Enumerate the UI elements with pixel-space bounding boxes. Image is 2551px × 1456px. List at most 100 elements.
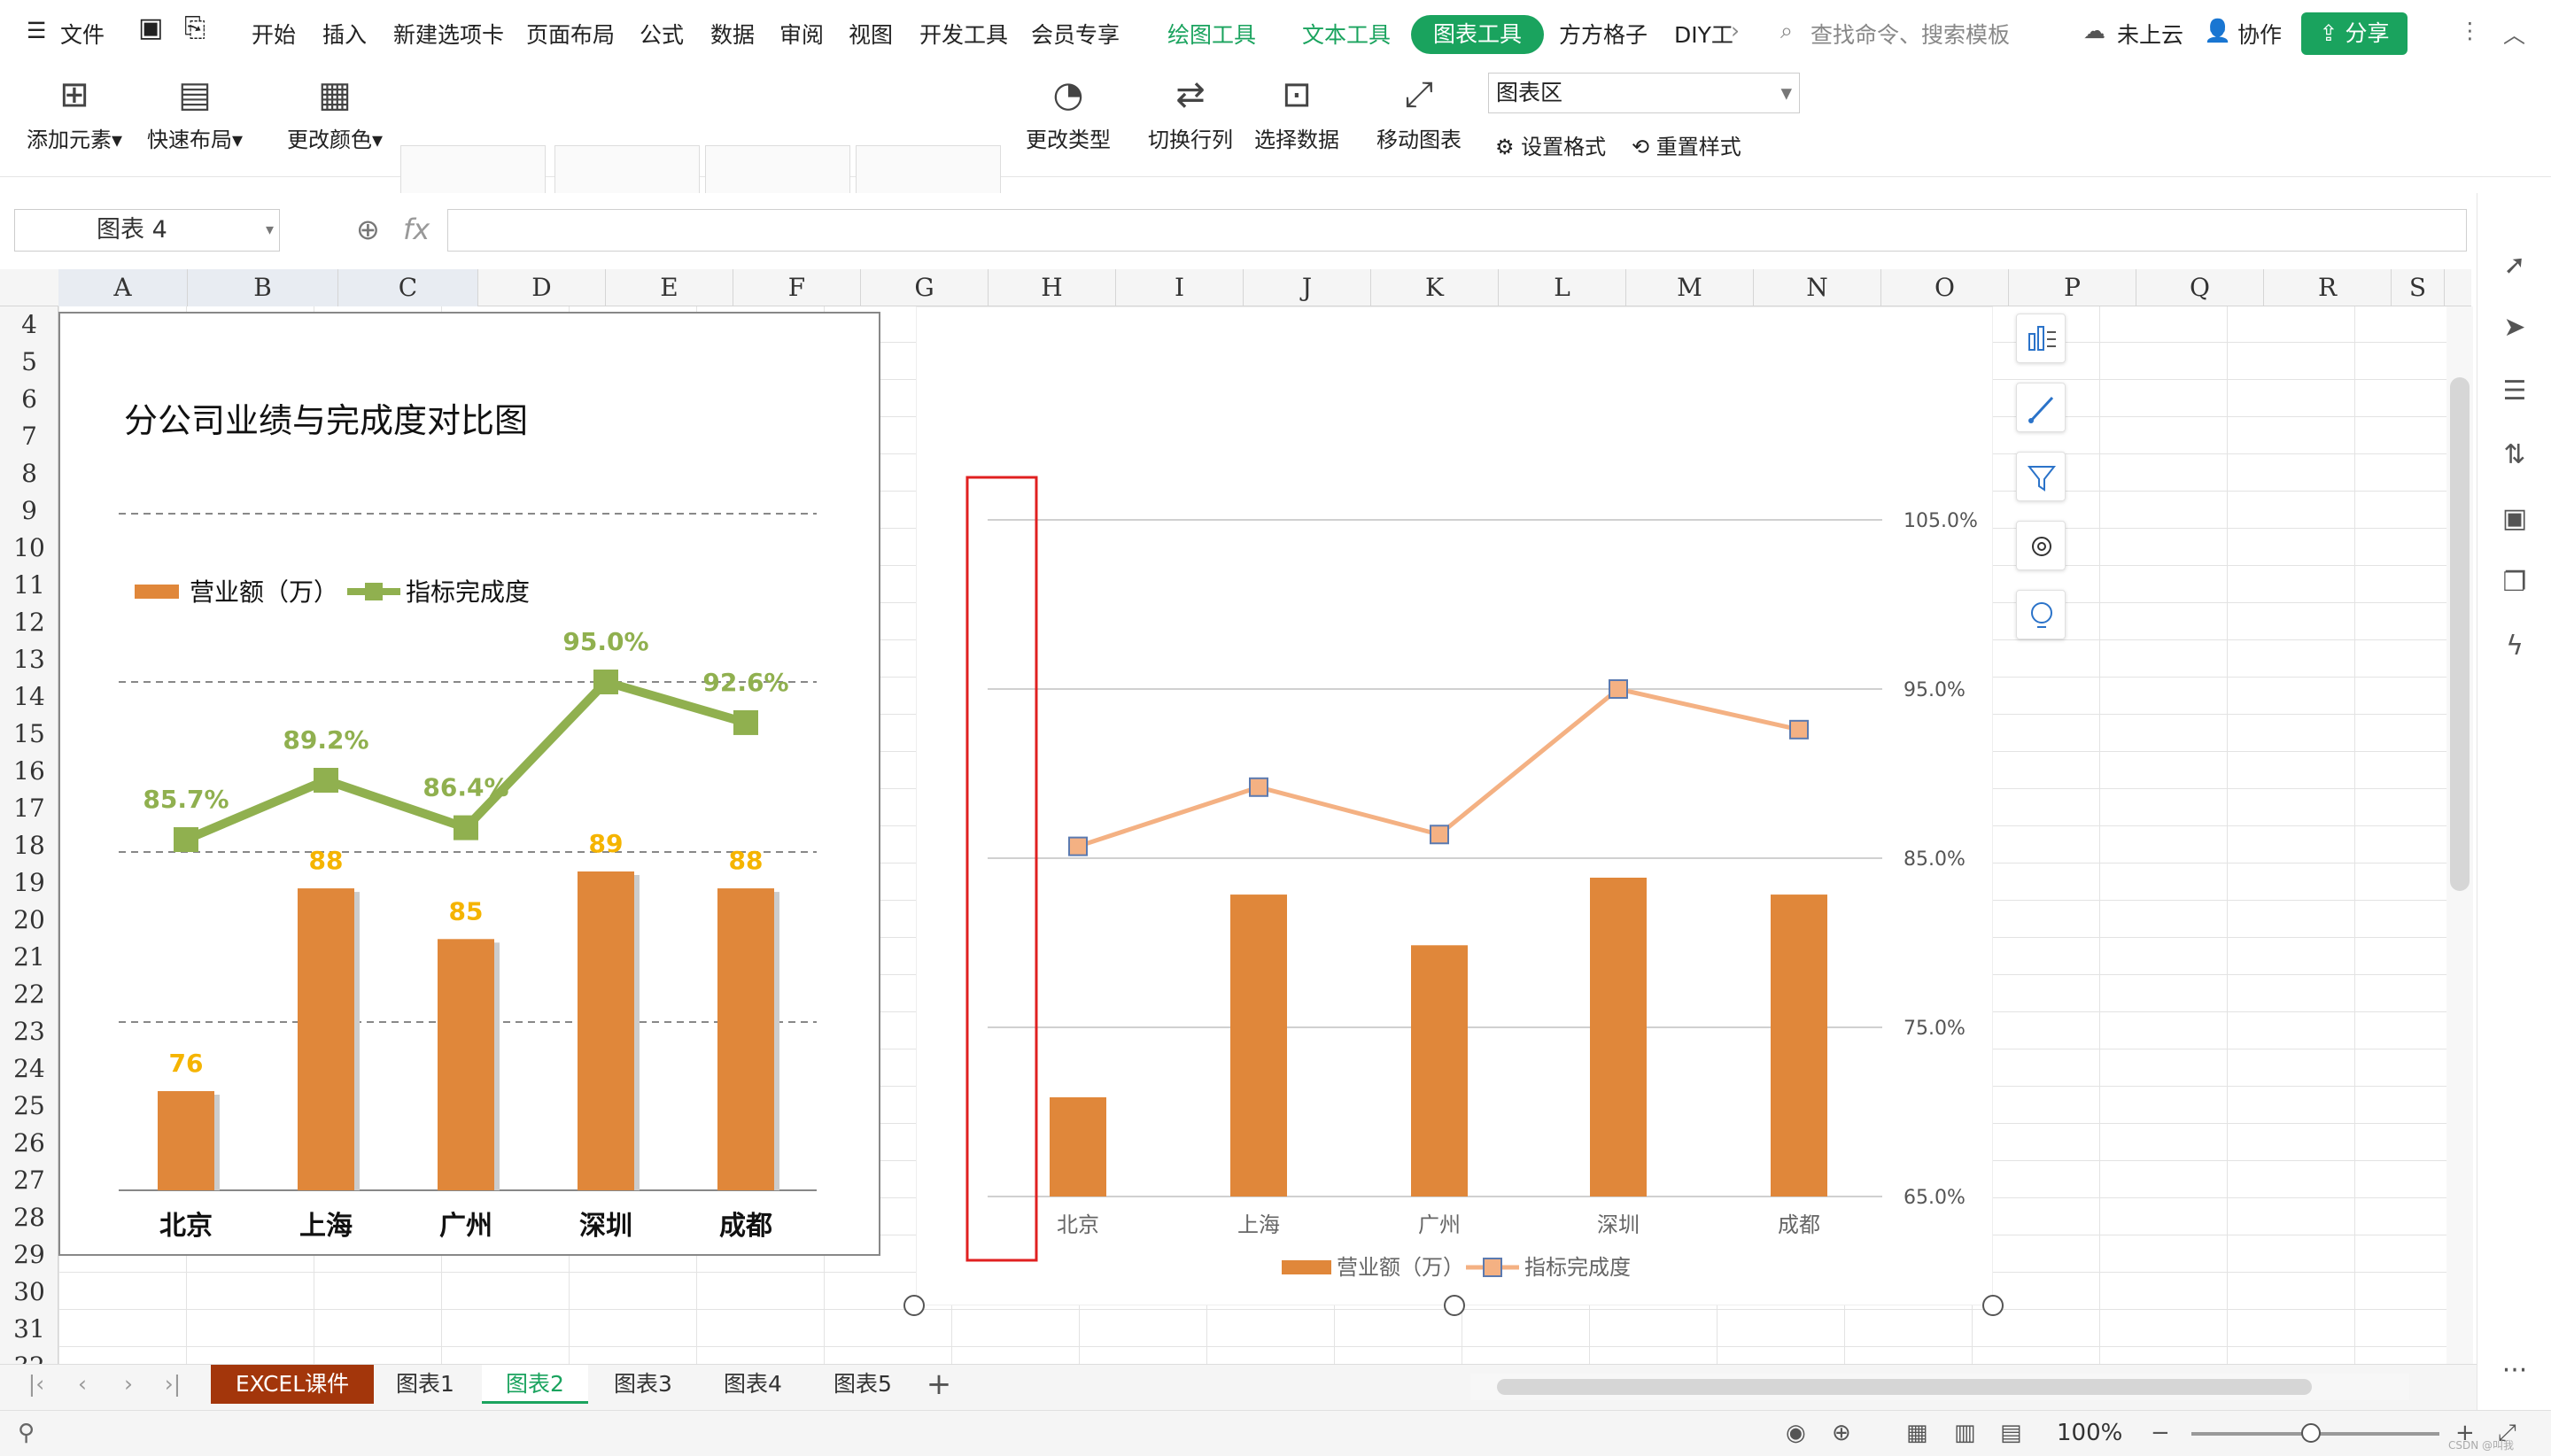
center-icon[interactable]: ⊕	[1832, 1420, 1851, 1446]
resize-handle-bottom[interactable]	[1444, 1295, 1465, 1316]
chart-settings-button[interactable]	[2016, 521, 2066, 570]
column-header-L[interactable]: L	[1499, 269, 1626, 306]
menu-insert[interactable]: 插入	[322, 18, 367, 50]
row-header-30[interactable]: 30	[0, 1274, 58, 1311]
lightning-icon[interactable]: ϟ	[2497, 629, 2532, 664]
menu-new-tab[interactable]: 新建选项卡	[393, 18, 504, 50]
menu-data[interactable]: 数据	[710, 18, 755, 50]
row-header-17[interactable]: 17	[0, 790, 58, 827]
menu-diy[interactable]: DIY工	[1674, 18, 1733, 50]
last-sheet-icon[interactable]: ›|	[159, 1365, 186, 1404]
change-type-button[interactable]: ◔ 更改类型	[1015, 74, 1121, 153]
cloud-status[interactable]: 未上云	[2117, 18, 2183, 50]
column-header-H[interactable]: H	[989, 269, 1116, 306]
reset-style-button[interactable]: ⟲ 重置样式	[1632, 129, 1741, 160]
zoom-slider-thumb[interactable]	[2301, 1423, 2321, 1443]
menu-developer[interactable]: 开发工具	[919, 18, 1008, 50]
chart-elements-button[interactable]	[2016, 314, 2066, 363]
menu-text-tools[interactable]: 文本工具	[1302, 18, 1391, 50]
row-header-11[interactable]: 11	[0, 567, 58, 604]
row-header-4[interactable]: 4	[0, 306, 58, 344]
zoom-out-icon[interactable]: −	[2151, 1420, 2170, 1446]
column-header-F[interactable]: F	[733, 269, 861, 306]
row-header-25[interactable]: 25	[0, 1088, 58, 1125]
column-header-J[interactable]: J	[1244, 269, 1371, 306]
column-header-M[interactable]: M	[1626, 269, 1754, 306]
more-horizontal-icon[interactable]: ···	[2497, 1353, 2532, 1389]
prev-sheet-icon[interactable]: ‹	[69, 1365, 96, 1404]
resize-handle-br[interactable]	[1982, 1295, 2004, 1316]
chart-left[interactable]: 分公司业绩与完成度对比图 营业额（万） 指标完成度 76 88 85 89 88 85.7% 89…	[58, 312, 880, 1256]
menu-chart-tools[interactable]: 图表工具	[1411, 15, 1544, 54]
sheet-tab-3[interactable]: 图表3	[590, 1365, 696, 1404]
formula-input[interactable]	[447, 209, 2467, 252]
rocket-icon[interactable]: ➚	[2497, 248, 2532, 283]
collab-button[interactable]: 协作	[2237, 18, 2282, 50]
column-header-I[interactable]: I	[1116, 269, 1244, 306]
sheet-tab-4[interactable]: 图表4	[700, 1365, 806, 1404]
menu-review[interactable]: 审阅	[779, 18, 824, 50]
row-header-5[interactable]: 5	[0, 344, 58, 381]
zoom-formula-icon[interactable]: ⊕	[356, 213, 380, 246]
sliders-icon[interactable]: ☰	[2497, 374, 2532, 409]
normal-view-icon[interactable]: ▦	[1906, 1420, 1928, 1446]
column-header-Q[interactable]: Q	[2136, 269, 2264, 306]
column-header-S[interactable]: S	[2392, 269, 2445, 306]
row-header-12[interactable]: 12	[0, 604, 58, 641]
row-header-15[interactable]: 15	[0, 716, 58, 753]
page-layout-icon[interactable]: ▥	[1954, 1420, 1976, 1446]
chart-element-select[interactable]: 图表区 ▾	[1488, 73, 1800, 113]
chart-filter-button[interactable]	[2016, 452, 2066, 501]
macro-icon[interactable]: ⚲	[18, 1420, 35, 1446]
collapse-ribbon-icon[interactable]: ︿	[2503, 18, 2525, 50]
row-header-8[interactable]: 8	[0, 455, 58, 492]
sheet-tab-2[interactable]: 图表2	[482, 1365, 588, 1404]
more-icon[interactable]: ⋮	[2459, 18, 2481, 43]
row-header-16[interactable]: 16	[0, 753, 58, 790]
row-header-22[interactable]: 22	[0, 976, 58, 1013]
add-element-button[interactable]: ⊞ 添加元素▾	[21, 74, 128, 153]
column-header-P[interactable]: P	[2009, 269, 2136, 306]
switch-row-col-button[interactable]: ⇄ 切换行列	[1137, 74, 1244, 153]
column-header-R[interactable]: R	[2264, 269, 2392, 306]
row-header-18[interactable]: 18	[0, 827, 58, 864]
column-header-K[interactable]: K	[1371, 269, 1499, 306]
menu-drawing-tools[interactable]: 绘图工具	[1167, 18, 1256, 50]
row-header-26[interactable]: 26	[0, 1125, 58, 1162]
row-header-20[interactable]: 20	[0, 902, 58, 939]
column-header-C[interactable]: C	[338, 269, 478, 306]
menu-ffgz[interactable]: 方方格子	[1559, 18, 1648, 50]
chart-right[interactable]: 105.0% 95.0% 85.0% 75.0% 65.0% 北京 上海 广州 深圳 成都 营业额（…	[916, 306, 1993, 1305]
first-sheet-icon[interactable]: |‹	[23, 1365, 50, 1404]
column-header-O[interactable]: O	[1881, 269, 2009, 306]
row-header-13[interactable]: 13	[0, 641, 58, 678]
horizontal-scrollbar[interactable]	[1470, 1374, 2409, 1400]
row-header-14[interactable]: 14	[0, 678, 58, 716]
share-button[interactable]: ⇪ 分享	[2301, 12, 2408, 55]
save-icon[interactable]: ▣	[138, 12, 163, 43]
row-header-21[interactable]: 21	[0, 939, 58, 976]
sheet-tab-5[interactable]: 图表5	[810, 1365, 916, 1404]
hamburger-icon[interactable]: ☰	[27, 18, 46, 43]
row-header-6[interactable]: 6	[0, 381, 58, 418]
row-header-23[interactable]: 23	[0, 1013, 58, 1050]
vertical-scroll-thumb[interactable]	[2450, 377, 2470, 891]
name-box[interactable]: 图表 4 ▾	[14, 209, 280, 252]
row-header-31[interactable]: 31	[0, 1311, 58, 1348]
eye-protection-icon[interactable]: ◉	[1786, 1420, 1806, 1446]
select-data-button[interactable]: ⊡ 选择数据	[1244, 74, 1350, 153]
column-header-E[interactable]: E	[606, 269, 733, 306]
vertical-scrollbar[interactable]	[2446, 306, 2473, 1369]
row-header-24[interactable]: 24	[0, 1050, 58, 1088]
menu-view[interactable]: 视图	[849, 18, 893, 50]
horizontal-scroll-thumb[interactable]	[1497, 1379, 2312, 1395]
sheet-tab-1[interactable]: 图表1	[372, 1365, 478, 1404]
column-header-A[interactable]: A	[58, 269, 188, 306]
fx-icon[interactable]: fx	[403, 213, 430, 246]
row-header-9[interactable]: 9	[0, 492, 58, 530]
row-header-27[interactable]: 27	[0, 1162, 58, 1199]
search-input[interactable]: 查找命令、搜索模板	[1811, 18, 2010, 50]
menu-file[interactable]: 文件	[60, 18, 105, 50]
move-chart-button[interactable]: ⤢ 移动图表	[1366, 74, 1472, 153]
zoom-level[interactable]: 100%	[2057, 1420, 2122, 1446]
